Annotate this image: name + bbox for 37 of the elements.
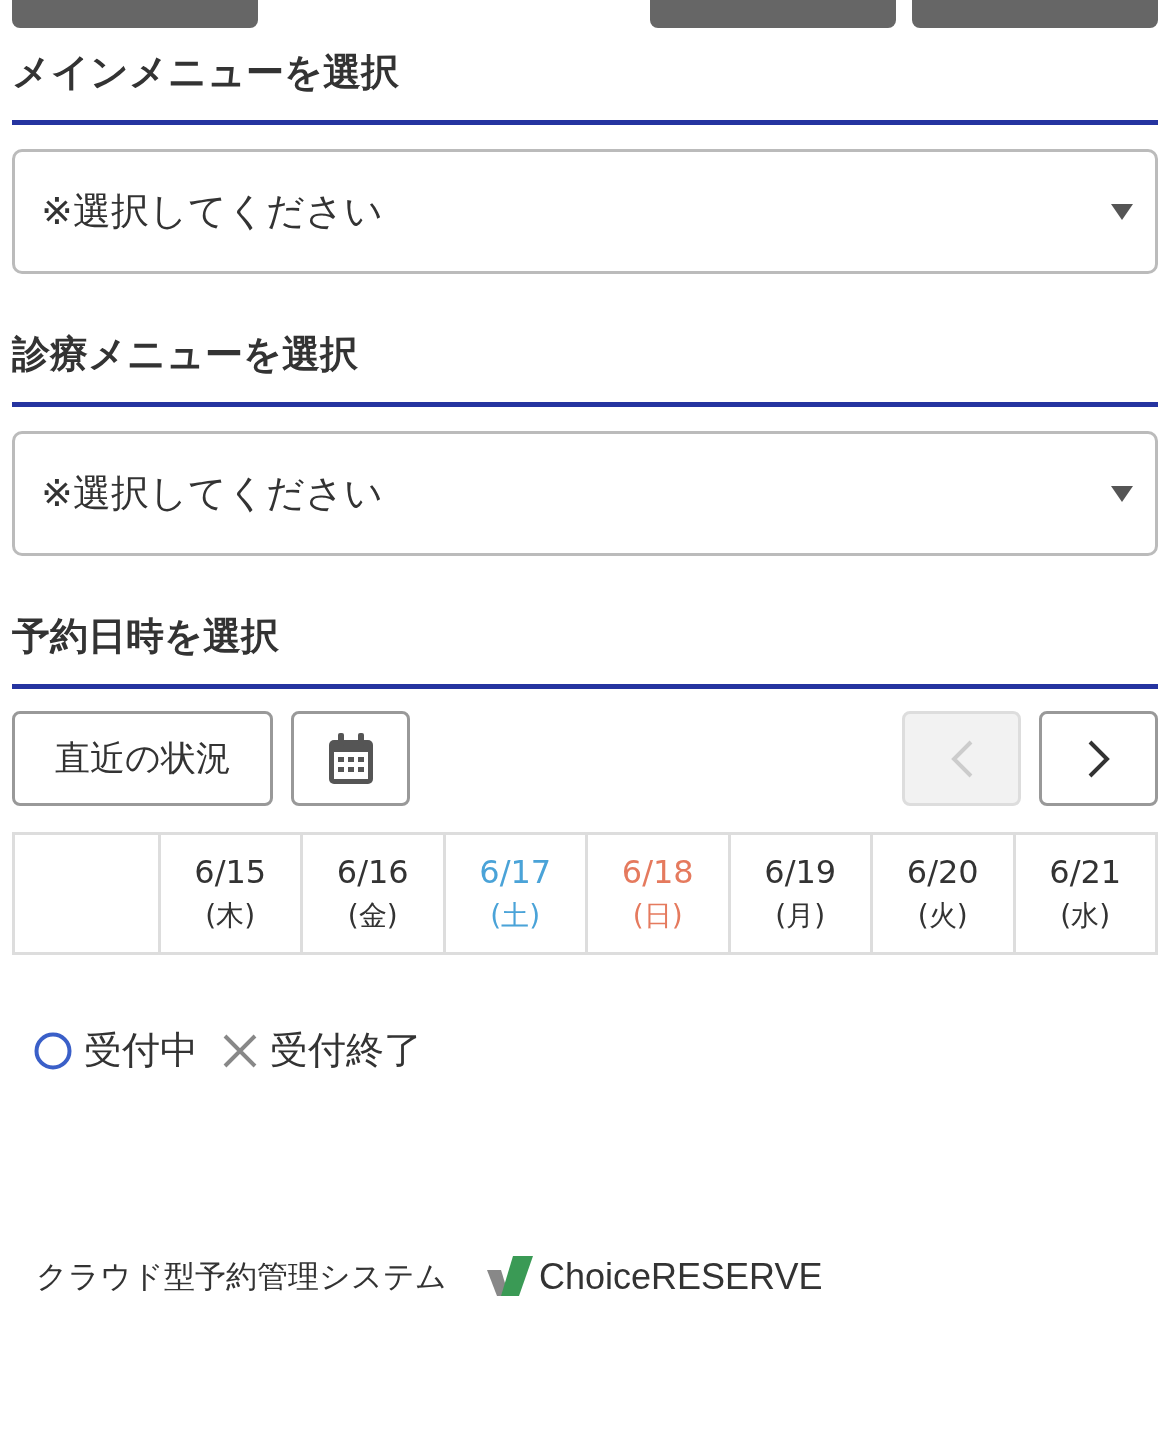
date-label: 6/19 bbox=[764, 852, 837, 891]
footer-text: クラウド型予約管理システム bbox=[36, 1257, 447, 1296]
date-label: 6/18 bbox=[621, 852, 694, 891]
cross-icon bbox=[222, 1032, 258, 1069]
date-label: 6/20 bbox=[906, 852, 979, 891]
circle-icon bbox=[34, 1031, 72, 1070]
calendar-button[interactable] bbox=[291, 711, 410, 806]
select-field[interactable]: ※選択してください bbox=[12, 149, 1158, 274]
date-label: 6/16 bbox=[336, 852, 409, 891]
date-label: 6/17 bbox=[479, 852, 552, 891]
menu-button[interactable] bbox=[12, 0, 258, 28]
chevron-right-icon bbox=[1086, 738, 1111, 779]
weekday-label: (日) bbox=[632, 897, 683, 934]
section-heading: 予約日時を選択 bbox=[12, 612, 1158, 689]
caret-icon bbox=[1111, 203, 1133, 220]
logo-text: ChoiceRESERVE bbox=[539, 1256, 823, 1298]
weekday-label: (月) bbox=[775, 897, 826, 934]
weekday-label: (木) bbox=[205, 897, 256, 934]
next-button[interactable] bbox=[1039, 711, 1158, 806]
weekday-label: (火) bbox=[917, 897, 968, 934]
check-mark-icon bbox=[487, 1256, 533, 1298]
section-heading: メインメニューを選択 bbox=[12, 48, 1158, 125]
date-label: 6/21 bbox=[1049, 852, 1122, 891]
calendar-icon bbox=[326, 731, 375, 786]
chevron-left-icon bbox=[949, 738, 974, 779]
caret-icon bbox=[1111, 485, 1133, 502]
date-label: 6/15 bbox=[194, 852, 267, 891]
legend-label: 受付中 bbox=[84, 1027, 198, 1074]
legend-label: 受付終了 bbox=[270, 1027, 422, 1074]
menu-button[interactable] bbox=[650, 0, 896, 28]
menu-button[interactable] bbox=[912, 0, 1158, 28]
section-heading: 診療メニューを選択 bbox=[12, 330, 1158, 407]
weekday-label: (土) bbox=[490, 897, 541, 934]
recent-status-button[interactable]: 直近の状況 bbox=[12, 711, 273, 806]
select-field[interactable]: ※選択してください bbox=[12, 431, 1158, 556]
weekday-label: (金) bbox=[347, 897, 398, 934]
weekday-label: (水) bbox=[1060, 897, 1111, 934]
